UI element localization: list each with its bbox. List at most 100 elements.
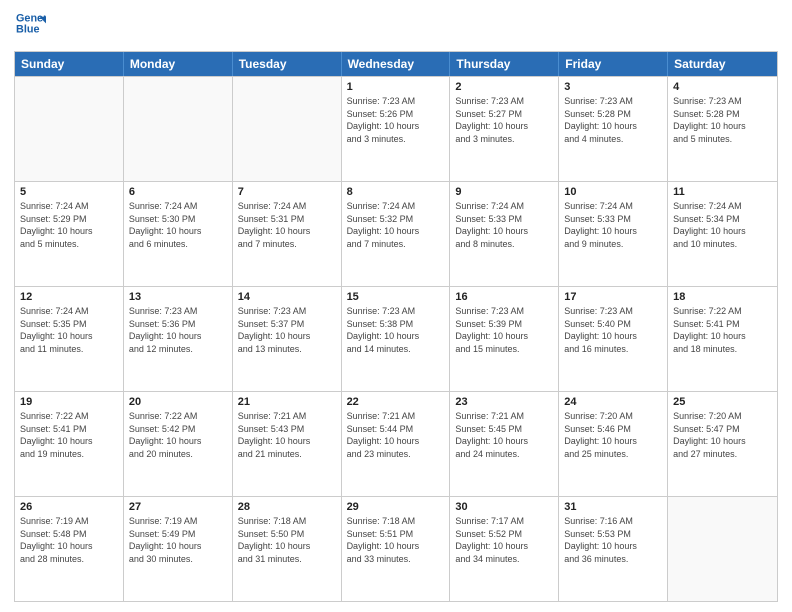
cal-cell-day-21: 21 Sunrise: 7:21 AM Sunset: 5:43 PM Dayli… xyxy=(233,392,342,496)
header-cell-sunday: Sunday xyxy=(15,52,124,76)
cal-cell-day-20: 20 Sunrise: 7:22 AM Sunset: 5:42 PM Dayli… xyxy=(124,392,233,496)
cell-info: Sunrise: 7:23 AM Sunset: 5:39 PM Dayligh… xyxy=(455,305,553,355)
cell-info: Sunrise: 7:23 AM Sunset: 5:27 PM Dayligh… xyxy=(455,95,553,145)
cell-info: Sunrise: 7:22 AM Sunset: 5:42 PM Dayligh… xyxy=(129,410,227,460)
cell-day-number: 24 xyxy=(564,396,662,408)
cal-cell-day-7: 7 Sunrise: 7:24 AM Sunset: 5:31 PM Daylig… xyxy=(233,182,342,286)
cal-cell-day-10: 10 Sunrise: 7:24 AM Sunset: 5:33 PM Dayli… xyxy=(559,182,668,286)
cell-day-number: 31 xyxy=(564,501,662,513)
cell-info: Sunrise: 7:22 AM Sunset: 5:41 PM Dayligh… xyxy=(673,305,772,355)
cell-info: Sunrise: 7:24 AM Sunset: 5:34 PM Dayligh… xyxy=(673,200,772,250)
cell-day-number: 11 xyxy=(673,186,772,198)
cell-day-number: 7 xyxy=(238,186,336,198)
cell-day-number: 21 xyxy=(238,396,336,408)
cell-info: Sunrise: 7:19 AM Sunset: 5:49 PM Dayligh… xyxy=(129,515,227,565)
cell-info: Sunrise: 7:18 AM Sunset: 5:51 PM Dayligh… xyxy=(347,515,445,565)
cell-info: Sunrise: 7:20 AM Sunset: 5:47 PM Dayligh… xyxy=(673,410,772,460)
header-cell-monday: Monday xyxy=(124,52,233,76)
cal-cell-day-14: 14 Sunrise: 7:23 AM Sunset: 5:37 PM Dayli… xyxy=(233,287,342,391)
cell-day-number: 10 xyxy=(564,186,662,198)
calendar-row-5: 26Sunrise: 7:19 AM Sunset: 5:48 PM Dayli… xyxy=(15,496,777,601)
cell-day-number: 19 xyxy=(20,396,118,408)
cell-day-number: 8 xyxy=(347,186,445,198)
cell-info: Sunrise: 7:23 AM Sunset: 5:26 PM Dayligh… xyxy=(347,95,445,145)
cell-day-number: 1 xyxy=(347,81,445,93)
cell-day-number: 3 xyxy=(564,81,662,93)
logo-icon: General Blue xyxy=(16,10,46,40)
header-cell-friday: Friday xyxy=(559,52,668,76)
logo: General Blue xyxy=(14,10,46,45)
cal-cell-day-16: 16 Sunrise: 7:23 AM Sunset: 5:39 PM Dayli… xyxy=(450,287,559,391)
calendar-row-1: 1 Sunrise: 7:23 AM Sunset: 5:26 PM Daylig… xyxy=(15,76,777,181)
cell-day-number: 18 xyxy=(673,291,772,303)
cal-cell-day-4: 4 Sunrise: 7:23 AM Sunset: 5:28 PM Daylig… xyxy=(668,77,777,181)
cell-info: Sunrise: 7:23 AM Sunset: 5:28 PM Dayligh… xyxy=(673,95,772,145)
cell-day-number: 20 xyxy=(129,396,227,408)
cal-cell-day-8: 8 Sunrise: 7:24 AM Sunset: 5:32 PM Daylig… xyxy=(342,182,451,286)
cell-day-number: 14 xyxy=(238,291,336,303)
page-header: General Blue xyxy=(14,10,778,45)
cell-info: Sunrise: 7:24 AM Sunset: 5:32 PM Dayligh… xyxy=(347,200,445,250)
cal-cell-day-13: 13 Sunrise: 7:23 AM Sunset: 5:36 PM Dayli… xyxy=(124,287,233,391)
cell-info: Sunrise: 7:23 AM Sunset: 5:36 PM Dayligh… xyxy=(129,305,227,355)
cal-cell-day-30: 30 Sunrise: 7:17 AM Sunset: 5:52 PM Dayli… xyxy=(450,497,559,601)
calendar-header-row: SundayMondayTuesdayWednesdayThursdayFrid… xyxy=(15,52,777,76)
cal-cell-empty xyxy=(668,497,777,601)
cal-cell-day-22: 22Sunrise: 7:21 AM Sunset: 5:44 PM Dayli… xyxy=(342,392,451,496)
cell-day-number: 5 xyxy=(20,186,118,198)
cal-cell-empty xyxy=(124,77,233,181)
cell-day-number: 29 xyxy=(347,501,445,513)
calendar-row-2: 5Sunrise: 7:24 AM Sunset: 5:29 PM Daylig… xyxy=(15,181,777,286)
cell-info: Sunrise: 7:20 AM Sunset: 5:46 PM Dayligh… xyxy=(564,410,662,460)
cal-cell-day-17: 17 Sunrise: 7:23 AM Sunset: 5:40 PM Dayli… xyxy=(559,287,668,391)
cell-info: Sunrise: 7:21 AM Sunset: 5:43 PM Dayligh… xyxy=(238,410,336,460)
cal-cell-day-12: 12 Sunrise: 7:24 AM Sunset: 5:35 PM Dayli… xyxy=(15,287,124,391)
cal-cell-day-31: 31 Sunrise: 7:16 AM Sunset: 5:53 PM Dayli… xyxy=(559,497,668,601)
cal-cell-day-27: 27 Sunrise: 7:19 AM Sunset: 5:49 PM Dayli… xyxy=(124,497,233,601)
cell-info: Sunrise: 7:18 AM Sunset: 5:50 PM Dayligh… xyxy=(238,515,336,565)
cal-cell-day-11: 11 Sunrise: 7:24 AM Sunset: 5:34 PM Dayli… xyxy=(668,182,777,286)
header-cell-wednesday: Wednesday xyxy=(342,52,451,76)
cal-cell-empty xyxy=(15,77,124,181)
cell-day-number: 30 xyxy=(455,501,553,513)
calendar-row-4: 19 Sunrise: 7:22 AM Sunset: 5:41 PM Dayli… xyxy=(15,391,777,496)
cal-cell-day-28: 28 Sunrise: 7:18 AM Sunset: 5:50 PM Dayli… xyxy=(233,497,342,601)
cell-info: Sunrise: 7:16 AM Sunset: 5:53 PM Dayligh… xyxy=(564,515,662,565)
cell-info: Sunrise: 7:23 AM Sunset: 5:28 PM Dayligh… xyxy=(564,95,662,145)
cell-day-number: 17 xyxy=(564,291,662,303)
cell-day-number: 25 xyxy=(673,396,772,408)
cal-cell-day-29: 29 Sunrise: 7:18 AM Sunset: 5:51 PM Dayli… xyxy=(342,497,451,601)
cell-day-number: 16 xyxy=(455,291,553,303)
cell-info: Sunrise: 7:23 AM Sunset: 5:38 PM Dayligh… xyxy=(347,305,445,355)
cell-day-number: 4 xyxy=(673,81,772,93)
cell-info: Sunrise: 7:23 AM Sunset: 5:40 PM Dayligh… xyxy=(564,305,662,355)
cell-day-number: 2 xyxy=(455,81,553,93)
cell-day-number: 28 xyxy=(238,501,336,513)
cell-info: Sunrise: 7:22 AM Sunset: 5:41 PM Dayligh… xyxy=(20,410,118,460)
cal-cell-day-25: 25 Sunrise: 7:20 AM Sunset: 5:47 PM Dayli… xyxy=(668,392,777,496)
cell-info: Sunrise: 7:23 AM Sunset: 5:37 PM Dayligh… xyxy=(238,305,336,355)
cell-info: Sunrise: 7:17 AM Sunset: 5:52 PM Dayligh… xyxy=(455,515,553,565)
cal-cell-day-1: 1 Sunrise: 7:23 AM Sunset: 5:26 PM Daylig… xyxy=(342,77,451,181)
cell-info: Sunrise: 7:21 AM Sunset: 5:45 PM Dayligh… xyxy=(455,410,553,460)
cell-info: Sunrise: 7:21 AM Sunset: 5:44 PM Dayligh… xyxy=(347,410,445,460)
cal-cell-day-15: 15Sunrise: 7:23 AM Sunset: 5:38 PM Dayli… xyxy=(342,287,451,391)
cal-cell-day-23: 23 Sunrise: 7:21 AM Sunset: 5:45 PM Dayli… xyxy=(450,392,559,496)
cell-info: Sunrise: 7:24 AM Sunset: 5:35 PM Dayligh… xyxy=(20,305,118,355)
cal-cell-day-19: 19 Sunrise: 7:22 AM Sunset: 5:41 PM Dayli… xyxy=(15,392,124,496)
cell-day-number: 27 xyxy=(129,501,227,513)
cell-day-number: 13 xyxy=(129,291,227,303)
cell-day-number: 12 xyxy=(20,291,118,303)
header-cell-tuesday: Tuesday xyxy=(233,52,342,76)
svg-text:Blue: Blue xyxy=(16,24,39,36)
cell-info: Sunrise: 7:24 AM Sunset: 5:31 PM Dayligh… xyxy=(238,200,336,250)
cell-info: Sunrise: 7:24 AM Sunset: 5:33 PM Dayligh… xyxy=(564,200,662,250)
calendar: SundayMondayTuesdayWednesdayThursdayFrid… xyxy=(14,51,778,602)
cell-day-number: 23 xyxy=(455,396,553,408)
cal-cell-empty xyxy=(233,77,342,181)
calendar-row-3: 12 Sunrise: 7:24 AM Sunset: 5:35 PM Dayli… xyxy=(15,286,777,391)
cell-info: Sunrise: 7:24 AM Sunset: 5:30 PM Dayligh… xyxy=(129,200,227,250)
header-cell-saturday: Saturday xyxy=(668,52,777,76)
cell-day-number: 26 xyxy=(20,501,118,513)
cal-cell-day-3: 3 Sunrise: 7:23 AM Sunset: 5:28 PM Daylig… xyxy=(559,77,668,181)
